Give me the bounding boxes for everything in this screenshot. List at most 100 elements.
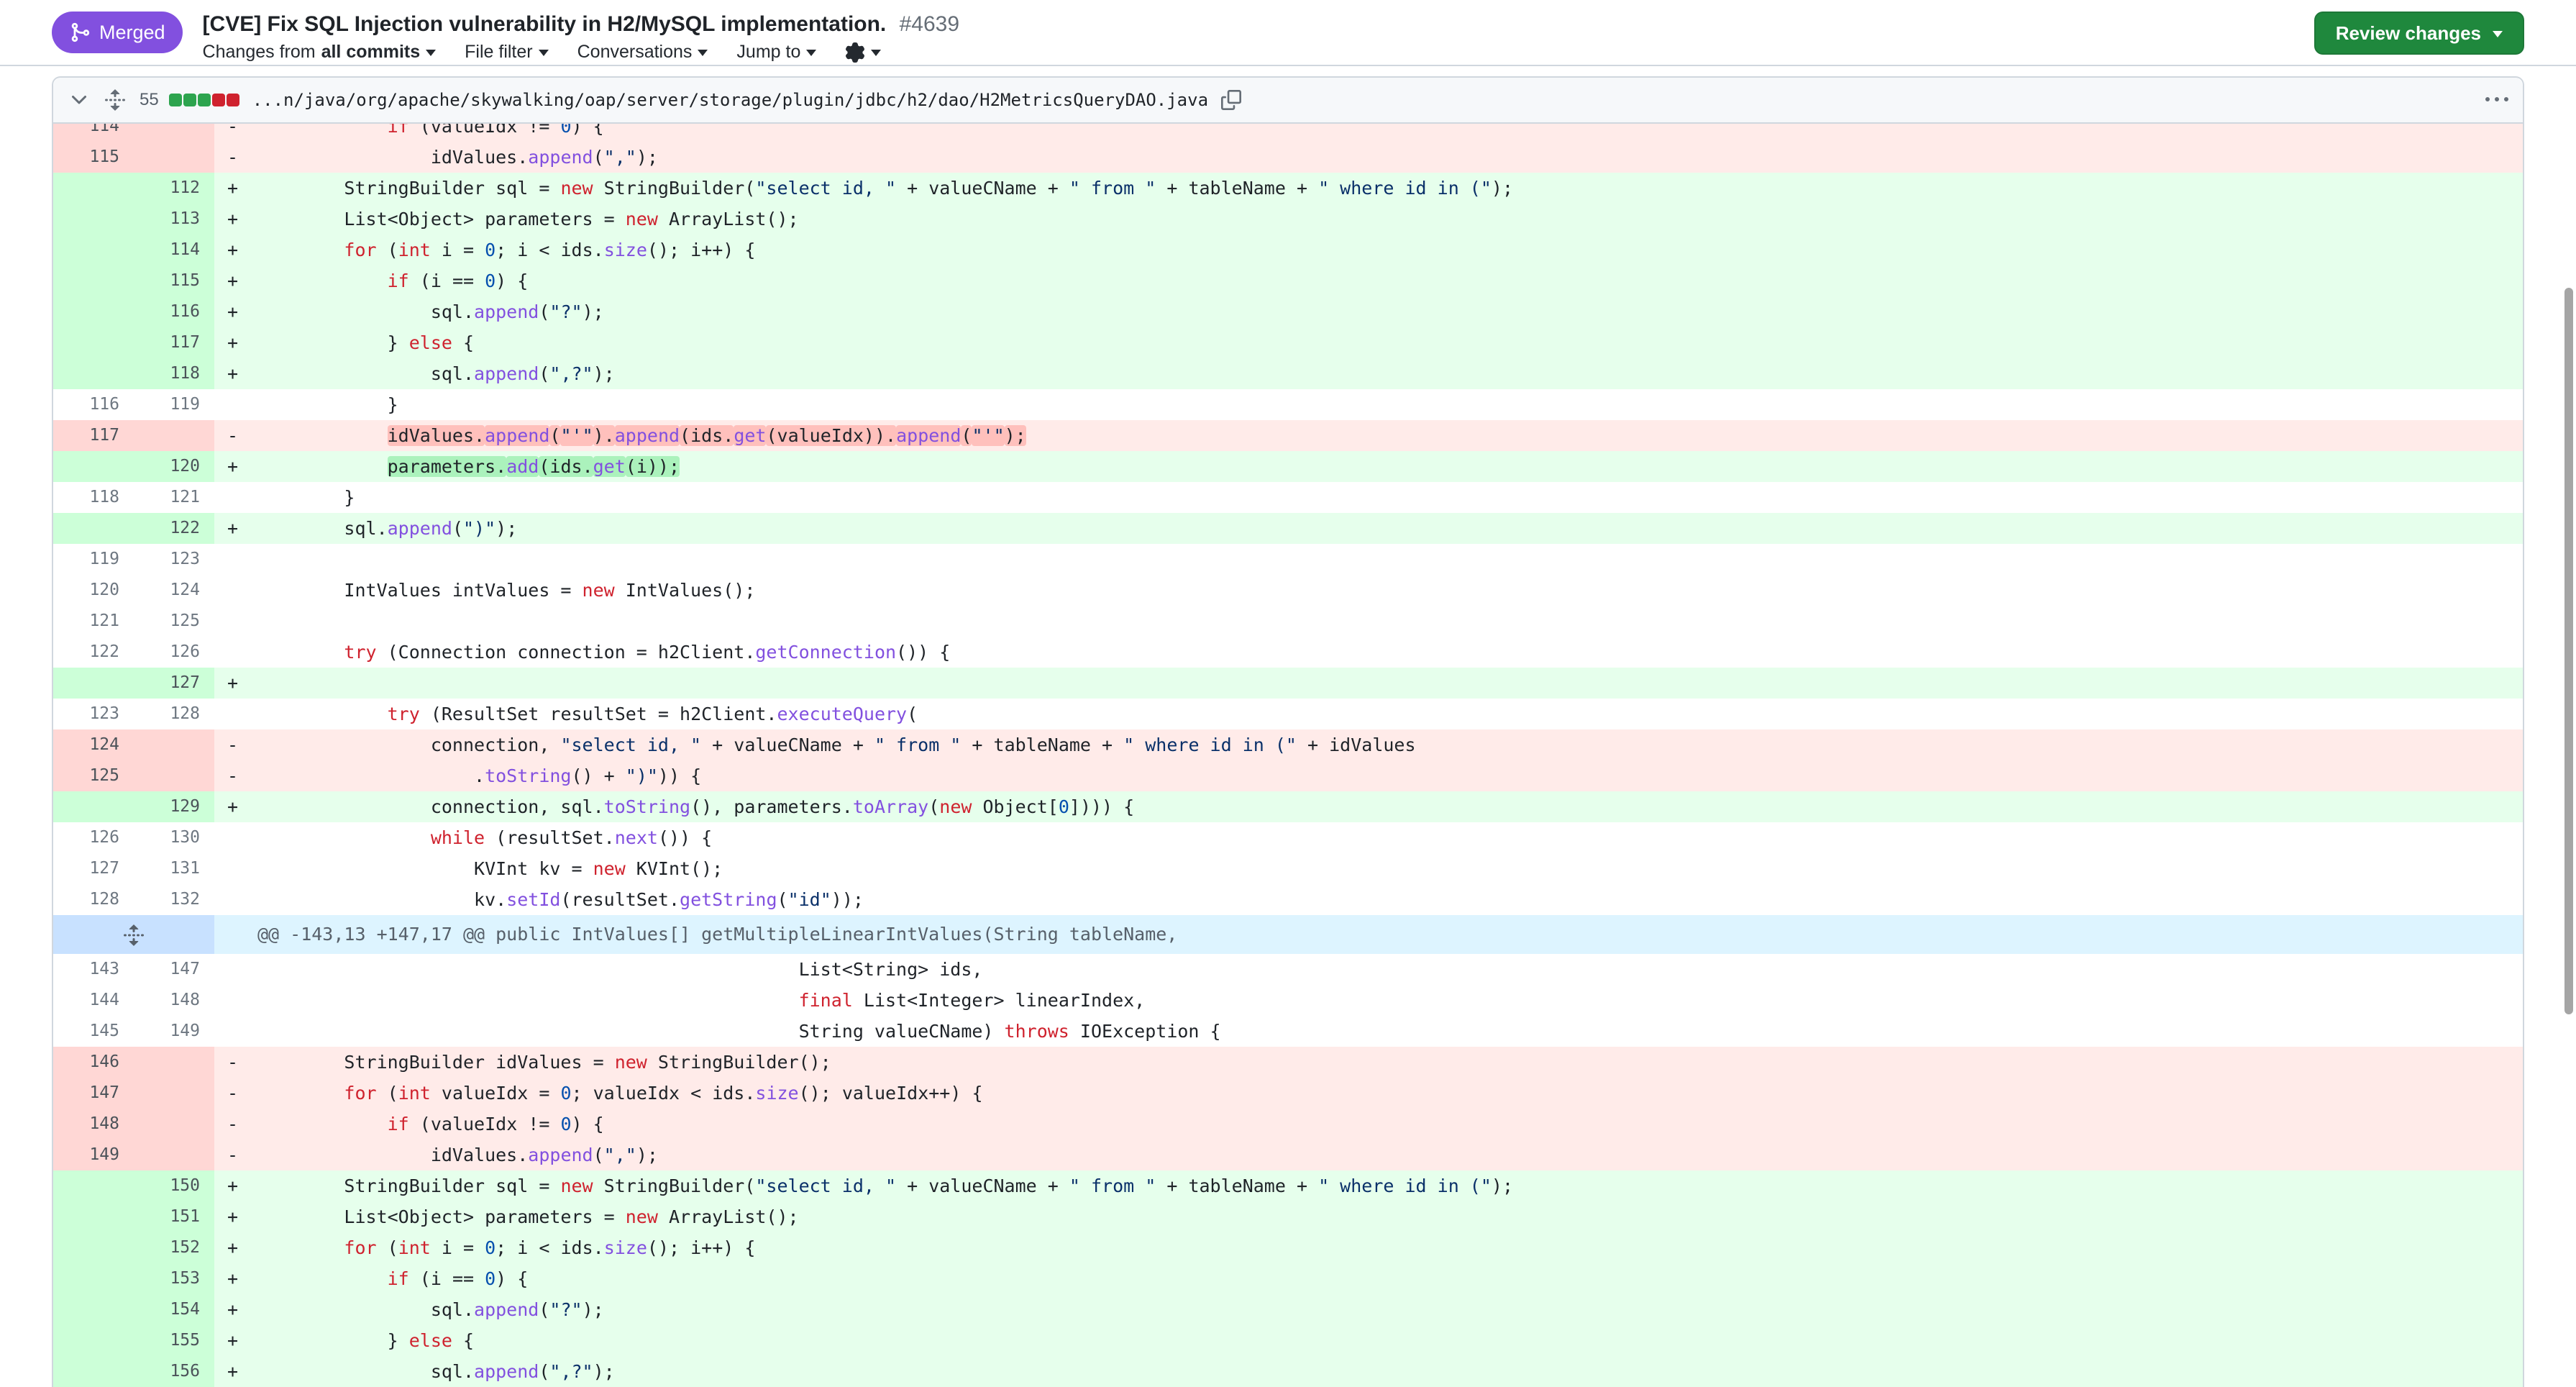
new-line-number[interactable]: 126 [134,637,214,668]
new-line-number[interactable]: 147 [134,954,214,985]
new-line-number[interactable]: 121 [134,482,214,513]
old-line-number[interactable] [53,265,134,296]
old-line-number[interactable]: 122 [53,637,134,668]
new-line-number[interactable]: 114 [134,235,214,265]
new-line-number[interactable]: 115 [134,265,214,296]
jump-to-dropdown[interactable]: Jump to [736,42,816,63]
new-line-number[interactable]: 149 [134,1016,214,1047]
new-line-number[interactable] [134,1109,214,1140]
file-filter-dropdown[interactable]: File filter [465,42,548,63]
old-line-number[interactable]: 143 [53,954,134,985]
old-line-number[interactable] [53,668,134,699]
new-line-number[interactable]: 122 [134,513,214,544]
conversations-dropdown[interactable]: Conversations [577,42,708,63]
code-token: 0 [1059,796,1069,817]
old-line-number[interactable] [53,1263,134,1294]
old-line-number[interactable]: 114 [53,124,134,142]
new-line-number[interactable]: 148 [134,985,214,1016]
new-line-number[interactable]: 154 [134,1294,214,1325]
diff-row: 146- StringBuilder idValues = new String… [53,1047,2523,1078]
code-token [257,642,344,663]
old-line-number[interactable] [53,1356,134,1387]
new-line-number[interactable]: 119 [134,389,214,420]
new-line-number[interactable] [134,1047,214,1078]
old-line-number[interactable] [53,327,134,358]
new-line-number[interactable]: 150 [134,1170,214,1201]
new-line-number[interactable] [134,1078,214,1109]
new-line-number[interactable]: 132 [134,884,214,915]
new-line-number[interactable]: 125 [134,606,214,637]
old-line-number[interactable]: 128 [53,884,134,915]
old-line-number[interactable] [53,204,134,235]
new-line-number[interactable]: 127 [134,668,214,699]
old-line-number[interactable]: 144 [53,985,134,1016]
new-line-number[interactable]: 131 [134,853,214,884]
new-line-number[interactable]: 123 [134,544,214,575]
new-line-number[interactable]: 153 [134,1263,214,1294]
new-line-number[interactable] [134,420,214,451]
old-line-number[interactable]: 119 [53,544,134,575]
collapse-file-button[interactable] [68,88,91,112]
expand-all-button[interactable] [104,88,127,112]
new-line-number[interactable]: 118 [134,358,214,389]
new-line-number[interactable] [134,729,214,760]
new-line-number[interactable]: 155 [134,1325,214,1356]
old-line-number[interactable] [53,1325,134,1356]
new-line-number[interactable] [134,1140,214,1170]
new-line-number[interactable]: 151 [134,1201,214,1232]
old-line-number[interactable]: 127 [53,853,134,884]
changes-from-dropdown[interactable]: Changes from all commits [203,42,437,63]
code-token: (Connection connection = h2Client. [377,642,756,663]
old-line-number[interactable] [53,1294,134,1325]
old-line-number[interactable] [53,513,134,544]
old-line-number[interactable] [53,296,134,327]
old-line-number[interactable]: 124 [53,729,134,760]
new-line-number[interactable]: 120 [134,451,214,482]
diff-settings-button[interactable] [845,42,881,63]
old-line-number[interactable]: 117 [53,420,134,451]
old-line-number[interactable]: 147 [53,1078,134,1109]
new-line-number[interactable] [134,142,214,173]
old-line-number[interactable]: 118 [53,482,134,513]
new-line-number[interactable]: 116 [134,296,214,327]
new-line-number[interactable]: 117 [134,327,214,358]
old-line-number[interactable]: 126 [53,822,134,853]
new-line-number[interactable]: 128 [134,699,214,729]
old-line-number[interactable]: 148 [53,1109,134,1140]
old-line-number[interactable] [53,451,134,482]
diffstat: 55 [140,90,239,110]
old-line-number[interactable]: 125 [53,760,134,791]
old-line-number[interactable]: 121 [53,606,134,637]
review-changes-button[interactable]: Review changes [2314,12,2524,55]
old-line-number[interactable]: 120 [53,575,134,606]
expand-hunk-button[interactable] [53,915,214,954]
old-line-number[interactable] [53,358,134,389]
new-line-number[interactable]: 124 [134,575,214,606]
new-line-number[interactable] [134,124,214,142]
old-line-number[interactable] [53,791,134,822]
old-line-number[interactable]: 116 [53,389,134,420]
new-line-number[interactable]: 130 [134,822,214,853]
file-options-button[interactable] [2485,88,2508,112]
code-token: (); valueIdx++) { [799,1083,983,1104]
old-line-number[interactable] [53,1232,134,1263]
old-line-number[interactable]: 145 [53,1016,134,1047]
new-line-number[interactable]: 152 [134,1232,214,1263]
code-token: ); [593,1361,615,1382]
code-token: append [615,425,680,446]
old-line-number[interactable]: 146 [53,1047,134,1078]
old-line-number[interactable]: 123 [53,699,134,729]
old-line-number[interactable] [53,1201,134,1232]
new-line-number[interactable]: 112 [134,173,214,204]
old-line-number[interactable] [53,1170,134,1201]
new-line-number[interactable]: 129 [134,791,214,822]
copy-path-button[interactable] [1221,90,1241,110]
old-line-number[interactable]: 149 [53,1140,134,1170]
new-line-number[interactable]: 113 [134,204,214,235]
scrollbar-thumb[interactable] [2564,288,2573,1014]
new-line-number[interactable] [134,760,214,791]
new-line-number[interactable]: 156 [134,1356,214,1387]
old-line-number[interactable] [53,173,134,204]
old-line-number[interactable] [53,235,134,265]
old-line-number[interactable]: 115 [53,142,134,173]
